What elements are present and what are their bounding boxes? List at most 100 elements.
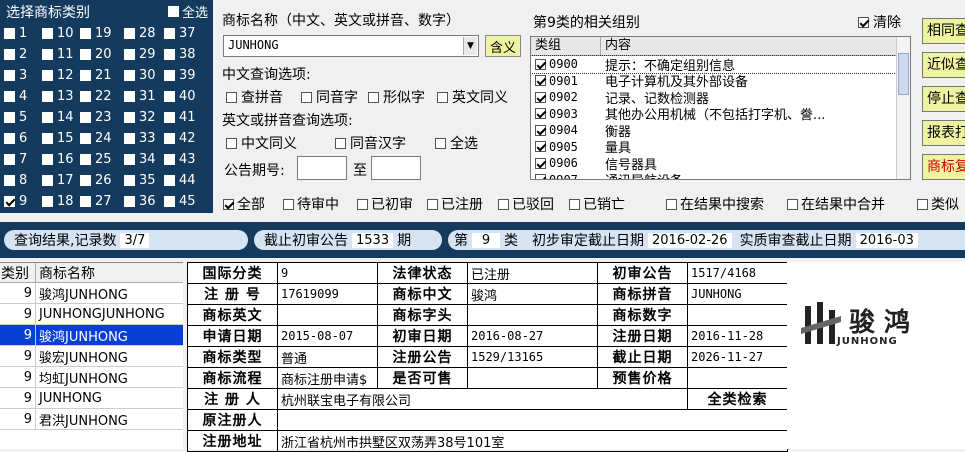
filter-checkbox[interactable] — [917, 198, 928, 210]
class-option-19[interactable]: 19 — [80, 26, 124, 41]
class-option-23[interactable]: 23 — [80, 110, 124, 125]
option-similar-shape[interactable]: 形似字 — [368, 87, 425, 107]
class-option-45[interactable]: 45 — [164, 194, 208, 209]
class-checkbox[interactable] — [124, 196, 135, 207]
class-option-24[interactable]: 24 — [80, 131, 124, 146]
group-row[interactable]: 0903 其他办公用机械（不包括打字机、誊... — [531, 106, 910, 123]
select-all-classes[interactable]: 全选 — [168, 2, 208, 21]
class-checkbox[interactable] — [164, 28, 175, 39]
class-option-42[interactable]: 42 — [164, 131, 208, 146]
filter-checkbox[interactable] — [666, 198, 677, 210]
filter-checkbox[interactable] — [427, 198, 438, 210]
filter-option-2[interactable]: 待审中 — [283, 194, 339, 214]
result-row[interactable]: 9 骏宏JUNHONG — [0, 346, 183, 367]
filter-checkbox[interactable] — [223, 198, 234, 210]
group-checkbox[interactable] — [535, 108, 546, 120]
group-row[interactable]: 0907通讯导航设备 — [531, 172, 910, 179]
flow-value[interactable]: 商标注册申请$ — [277, 367, 378, 389]
class-checkbox[interactable] — [124, 91, 135, 102]
class-checkbox[interactable] — [80, 196, 91, 207]
group-checkbox[interactable] — [535, 91, 546, 103]
class-checkbox[interactable] — [4, 70, 15, 81]
class-option-37[interactable]: 37 — [164, 26, 208, 41]
class-option-34[interactable]: 34 — [124, 152, 168, 167]
option-pinyin[interactable]: 查拼音 — [226, 87, 283, 107]
class-checkbox[interactable] — [164, 175, 175, 186]
group-row[interactable]: 0902 记录、记数检测器 — [531, 89, 910, 107]
class-checkbox[interactable] — [42, 112, 53, 123]
result-row[interactable]: 9 骏鸿JUNHONG — [0, 325, 183, 346]
class-checkbox[interactable] — [164, 154, 175, 165]
class-checkbox[interactable] — [4, 49, 15, 60]
class-checkbox[interactable] — [80, 28, 91, 39]
class-checkbox[interactable] — [42, 154, 53, 165]
filter-option-9[interactable]: 类似 — [917, 194, 959, 214]
class-checkbox[interactable] — [80, 112, 91, 123]
option-homophone[interactable]: 同音字 — [301, 87, 358, 107]
group-checkbox[interactable] — [535, 75, 546, 87]
action-button-1[interactable]: 相同查 — [922, 18, 965, 44]
class-checkbox[interactable] — [42, 28, 53, 39]
class-checkbox[interactable] — [124, 154, 135, 165]
group-checkbox[interactable] — [535, 157, 546, 169]
group-checkbox[interactable] — [535, 141, 546, 153]
class-checkbox[interactable] — [164, 49, 175, 60]
class-checkbox[interactable] — [42, 196, 53, 207]
option-homophone-chars[interactable]: 同音汉字 — [335, 133, 406, 153]
option-select-all[interactable]: 全选 — [435, 133, 478, 153]
result-row[interactable]: 9 骏鸿JUNHONG — [0, 283, 183, 304]
class-checkbox[interactable] — [124, 133, 135, 144]
class-checkbox[interactable] — [124, 49, 135, 60]
class-checkbox[interactable] — [80, 49, 91, 60]
class-checkbox[interactable] — [164, 70, 175, 81]
class-checkbox[interactable] — [124, 112, 135, 123]
filter-option-5[interactable]: 已驳回 — [498, 194, 554, 214]
group-row[interactable]: 0901 电子计算机及其外部设备 — [531, 73, 910, 90]
dropdown-arrow-icon[interactable]: ▼ — [463, 37, 477, 55]
group-row[interactable]: 0906 信号器具 — [531, 155, 910, 173]
trademark-name-input[interactable]: JUNHONG — [223, 35, 479, 57]
class-option-25[interactable]: 25 — [80, 152, 124, 167]
class-checkbox[interactable] — [4, 196, 15, 207]
filter-checkbox[interactable] — [569, 198, 580, 210]
class-option-26[interactable]: 26 — [80, 173, 124, 188]
class-checkbox[interactable] — [124, 175, 135, 186]
filter-option-1[interactable]: 全部 — [223, 194, 265, 214]
class-checkbox[interactable] — [42, 91, 53, 102]
class-checkbox[interactable] — [164, 112, 175, 123]
filter-checkbox[interactable] — [787, 198, 798, 210]
action-button-5[interactable]: 商标复 — [922, 154, 965, 180]
class-checkbox[interactable] — [164, 133, 175, 144]
filter-option-4[interactable]: 已注册 — [427, 194, 483, 214]
action-button-2[interactable]: 近似查 — [922, 52, 965, 78]
class-checkbox[interactable] — [80, 175, 91, 186]
class-checkbox[interactable] — [42, 133, 53, 144]
class-checkbox[interactable] — [124, 70, 135, 81]
class-option-36[interactable]: 36 — [124, 194, 168, 209]
clear-groups[interactable]: 清除 — [858, 12, 901, 32]
class-option-40[interactable]: 40 — [164, 89, 208, 104]
class-checkbox[interactable] — [80, 70, 91, 81]
class-checkbox[interactable] — [4, 112, 15, 123]
filter-checkbox[interactable] — [498, 198, 509, 210]
group-row[interactable]: 0900 提示：不确定组别信息 — [531, 55, 910, 74]
option-en-synonym[interactable]: 英文同义 — [437, 87, 508, 107]
class-checkbox[interactable] — [4, 175, 15, 186]
class-option-31[interactable]: 31 — [124, 89, 168, 104]
meaning-button[interactable]: 含义 — [485, 35, 521, 57]
class-option-32[interactable]: 32 — [124, 110, 168, 125]
class-checkbox[interactable] — [164, 91, 175, 102]
filter-option-6[interactable]: 已销亡 — [569, 194, 625, 214]
class-option-22[interactable]: 22 — [80, 89, 124, 104]
class-checkbox[interactable] — [42, 175, 53, 186]
class-checkbox[interactable] — [124, 28, 135, 39]
group-checkbox[interactable] — [535, 58, 546, 70]
result-row[interactable]: 9 君洪JUNHONG — [0, 409, 183, 430]
clear-checkbox[interactable] — [858, 16, 869, 28]
class-checkbox[interactable] — [80, 154, 91, 165]
class-option-39[interactable]: 39 — [164, 68, 208, 83]
group-row[interactable]: 0904 衡器 — [531, 122, 910, 140]
filter-option-3[interactable]: 已初审 — [357, 194, 413, 214]
select-all-checkbox[interactable] — [168, 6, 179, 17]
pub-to-input[interactable] — [371, 156, 421, 180]
